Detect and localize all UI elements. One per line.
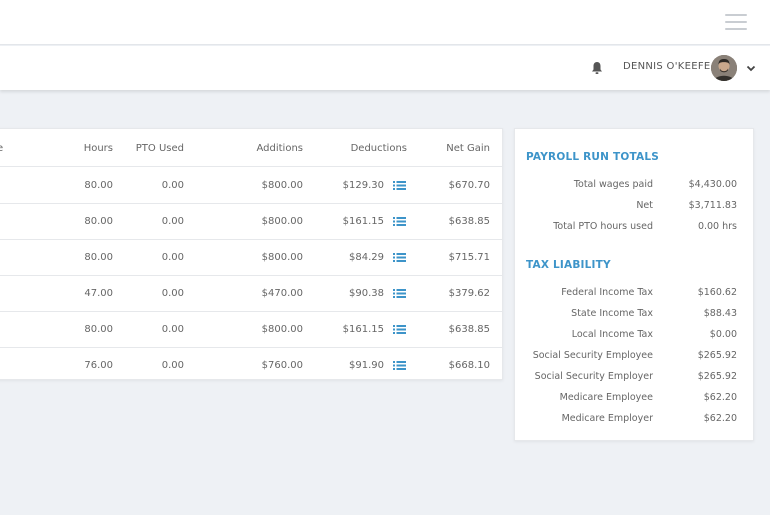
list-icon[interactable] <box>393 360 406 371</box>
column-header-additions: Additions <box>256 143 303 154</box>
net-value: $3,711.83 <box>688 200 737 211</box>
additions-cell: $800.00 <box>261 324 303 335</box>
hours-cell: 80.00 <box>84 324 113 335</box>
additions-cell: $470.00 <box>261 288 303 299</box>
user-name[interactable]: DENNIS O'KEEFE <box>623 61 711 72</box>
net-gain-cell: $715.71 <box>448 252 490 263</box>
column-header-name: e <box>0 143 4 154</box>
column-header-hours: Hours <box>83 143 113 154</box>
pto-used-cell: 0.00 <box>161 180 184 191</box>
additions-cell: $800.00 <box>261 180 303 191</box>
social-security-employer-value: $265.92 <box>697 371 737 382</box>
social-security-employee-label: Social Security Employee <box>532 350 653 361</box>
chevron-down-icon[interactable] <box>745 62 757 74</box>
hamburger-menu-icon[interactable] <box>725 14 747 31</box>
medicare-employer-label: Medicare Employer <box>561 413 653 424</box>
list-icon[interactable] <box>393 216 406 227</box>
net-gain-cell: $668.10 <box>448 360 490 371</box>
pto-used-cell: 0.00 <box>161 324 184 335</box>
hours-cell: 80.00 <box>84 216 113 227</box>
deductions-cell: $161.15 <box>342 216 384 227</box>
deductions-cell: $90.38 <box>349 288 384 299</box>
column-header-pto-used: PTO Used <box>135 143 184 154</box>
table-row[interactable]: 80.00 0.00 $800.00 $129.30 $670.70 <box>0 168 502 204</box>
net-gain-cell: $638.85 <box>448 216 490 227</box>
total-pto-hours-label: Total PTO hours used <box>553 221 653 232</box>
tax-liability-title: TAX LIABILITY <box>526 259 611 271</box>
total-wages-paid-value: $4,430.00 <box>688 179 737 190</box>
user-bar: DENNIS O'KEEFE <box>0 46 770 90</box>
summary-panel: PAYROLL RUN TOTALS Total wages paid $4,4… <box>514 128 754 441</box>
state-income-tax-label: State Income Tax <box>571 308 653 319</box>
table-row[interactable]: 80.00 0.00 $800.00 $84.29 $715.71 <box>0 240 502 276</box>
deductions-cell: $91.90 <box>349 360 384 371</box>
payroll-table: e Hours PTO Used Additions Deductions Ne… <box>0 128 503 380</box>
table-row[interactable]: 80.00 0.00 $800.00 $161.15 $638.85 <box>0 204 502 240</box>
medicare-employer-value: $62.20 <box>703 413 737 424</box>
additions-cell: $800.00 <box>261 252 303 263</box>
list-icon[interactable] <box>393 288 406 299</box>
federal-income-tax-value: $160.62 <box>697 287 737 298</box>
state-income-tax-value: $88.43 <box>703 308 737 319</box>
pto-used-cell: 0.00 <box>161 360 184 371</box>
total-pto-hours-value: 0.00 hrs <box>697 221 737 232</box>
list-icon[interactable] <box>393 180 406 191</box>
hours-cell: 80.00 <box>84 252 113 263</box>
deductions-cell: $84.29 <box>349 252 384 263</box>
hours-cell: 80.00 <box>84 180 113 191</box>
net-gain-cell: $670.70 <box>448 180 490 191</box>
column-header-deductions: Deductions <box>350 143 407 154</box>
medicare-employee-label: Medicare Employee <box>559 392 653 403</box>
deductions-cell: $129.30 <box>342 180 384 191</box>
net-gain-cell: $638.85 <box>448 324 490 335</box>
local-income-tax-label: Local Income Tax <box>571 329 653 340</box>
column-header-net-gain: Net Gain <box>446 143 490 154</box>
top-bar <box>0 0 770 45</box>
bell-icon[interactable] <box>589 60 605 76</box>
avatar[interactable] <box>711 55 737 81</box>
medicare-employee-value: $62.20 <box>703 392 737 403</box>
social-security-employee-value: $265.92 <box>697 350 737 361</box>
deductions-cell: $161.15 <box>342 324 384 335</box>
table-row[interactable]: 80.00 0.00 $800.00 $161.15 $638.85 <box>0 312 502 348</box>
list-icon[interactable] <box>393 324 406 335</box>
local-income-tax-value: $0.00 <box>709 329 737 340</box>
hours-cell: 76.00 <box>84 360 113 371</box>
list-icon[interactable] <box>393 252 406 263</box>
net-label: Net <box>636 200 653 211</box>
additions-cell: $800.00 <box>261 216 303 227</box>
social-security-employer-label: Social Security Employer <box>534 371 653 382</box>
additions-cell: $760.00 <box>261 360 303 371</box>
total-wages-paid-label: Total wages paid <box>573 179 653 190</box>
hours-cell: 47.00 <box>84 288 113 299</box>
table-row[interactable]: 76.00 0.00 $760.00 $91.90 $668.10 <box>0 348 502 384</box>
pto-used-cell: 0.00 <box>161 216 184 227</box>
pto-used-cell: 0.00 <box>161 252 184 263</box>
table-header: e Hours PTO Used Additions Deductions Ne… <box>0 129 502 167</box>
payroll-run-totals-title: PAYROLL RUN TOTALS <box>526 151 659 163</box>
pto-used-cell: 0.00 <box>161 288 184 299</box>
net-gain-cell: $379.62 <box>448 288 490 299</box>
table-row[interactable]: 47.00 0.00 $470.00 $90.38 $379.62 <box>0 276 502 312</box>
federal-income-tax-label: Federal Income Tax <box>561 287 653 298</box>
